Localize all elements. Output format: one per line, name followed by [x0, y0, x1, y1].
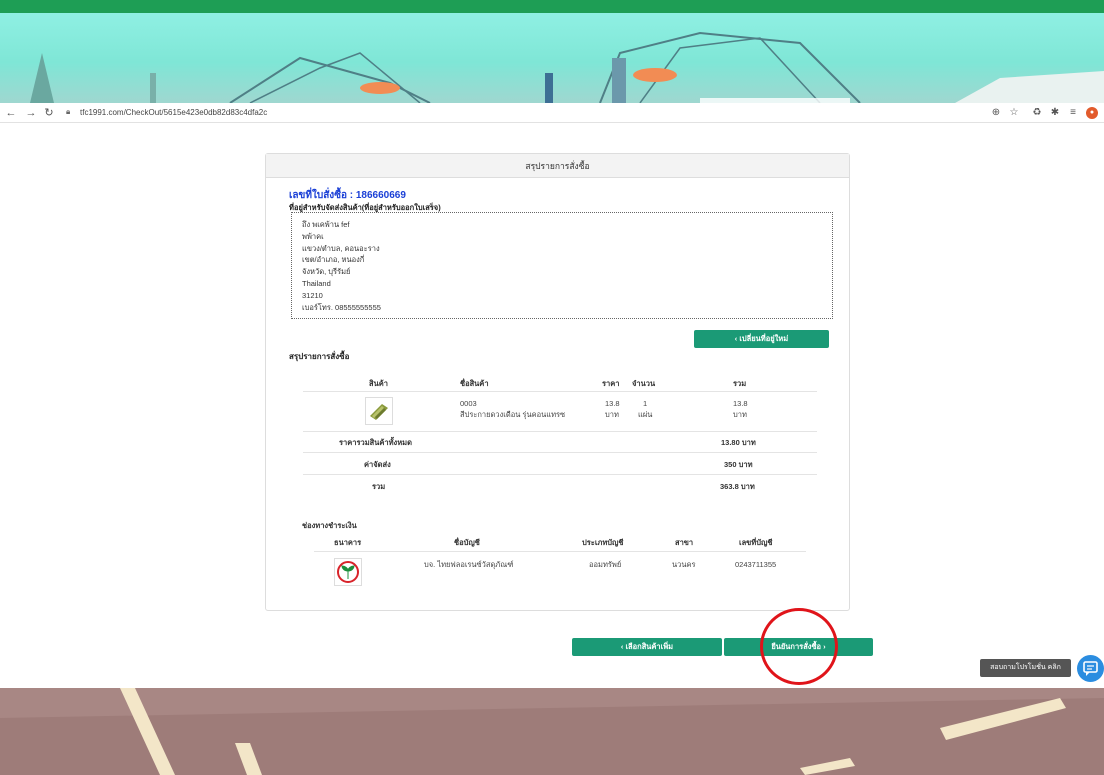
bookmark-star-icon[interactable]: ☆ [1008, 107, 1020, 119]
change-address-button[interactable]: ‹ เปลี่ยนที่อยู่ใหม่ [694, 330, 829, 348]
col-header-account-name: ชื่อบัญชี [454, 538, 480, 547]
col-header-bank: ธนาคาร [334, 538, 362, 547]
order-number: เลขที่ใบสั่งซื้อ : 186660669 [289, 190, 406, 201]
translate-icon[interactable]: ⊕ [990, 107, 1002, 119]
site-top-bar [0, 0, 1104, 13]
product-image [370, 404, 388, 420]
col-header-total: รวม [733, 379, 747, 388]
chat-tooltip[interactable]: สอบถามโปรโมชั่น คลิก [980, 659, 1071, 677]
back-icon[interactable]: ← [4, 106, 18, 120]
bank-logo-icon [337, 561, 359, 583]
footer-road-background [0, 688, 1104, 775]
confirm-order-button[interactable]: ยืนยันการสั่งซื้อ › [724, 638, 873, 656]
col-header-product: สินค้า [369, 379, 388, 388]
address-line: พพ้าคเ [302, 231, 324, 241]
table-divider [314, 551, 806, 552]
address-line: จังหวัด, บุรีรัมย์ [302, 267, 351, 277]
col-header-branch: สาขา [675, 538, 694, 547]
col-header-name: ชื่อสินค้า [460, 379, 489, 388]
shipping-address-box: ถึง พเคพ้าน fef พพ้าคเ แขวง/ตำบล, คอนอะร… [291, 212, 833, 319]
forward-icon[interactable]: → [24, 106, 38, 120]
address-line: 31210 [302, 290, 323, 300]
profile-avatar[interactable]: ● [1086, 107, 1098, 119]
account-branch: นวนคร [672, 560, 696, 569]
subtotal-label: ราคารวมสินค้าทั้งหมด [339, 438, 412, 447]
subtotal-value: 13.80 บาท [721, 438, 756, 447]
refresh-extension-icon[interactable]: ♻ [1031, 107, 1043, 119]
reload-icon[interactable]: ↻ [42, 106, 56, 120]
table-divider [303, 431, 817, 432]
item-qty-unit: แผ่น [638, 410, 653, 419]
col-header-qty: จำนวน [632, 379, 656, 388]
payment-title: ช่องทางชำระเงิน [302, 521, 357, 530]
item-price: 13.8 [605, 399, 620, 408]
address-line: เขต/อำเภอ, หนองกี่ [302, 255, 365, 265]
add-more-products-button[interactable]: ‹ เลือกสินค้าเพิ่ม [572, 638, 722, 656]
item-total: 13.8 [733, 399, 748, 408]
grand-total-value: 363.8 บาท [720, 482, 755, 491]
product-thumbnail[interactable] [365, 397, 393, 425]
item-total-unit: บาท [733, 410, 747, 419]
account-type: ออมทรัพย์ [589, 560, 622, 569]
col-header-account-number: เลขที่บัญชี [739, 538, 773, 547]
table-divider [303, 391, 817, 392]
address-line: ถึง พเคพ้าน fef [302, 220, 350, 229]
item-qty: 1 [643, 399, 648, 408]
address-line: Thailand [302, 278, 331, 288]
browser-toolbar: ← → ↻ 🔒︎ tfc1991.com/CheckOut/5615e423e0… [0, 103, 1104, 123]
chat-button[interactable] [1077, 655, 1104, 682]
address-line: แขวง/ตำบล, คอนอะราง [302, 243, 380, 253]
table-divider [303, 452, 817, 453]
card-title: สรุปรายการสั่งซื้อ [266, 154, 849, 178]
order-summary-title: สรุปรายการสั่งซื้อ [289, 352, 350, 361]
shipping-label: ค่าจัดส่ง [364, 460, 391, 469]
grand-total-label: รวม [372, 482, 386, 491]
hero-illustration [30, 31, 1104, 103]
hero-banner [0, 13, 1104, 103]
account-number: 0243711355 [735, 560, 777, 569]
reading-list-icon[interactable]: ≡ [1067, 107, 1079, 119]
col-header-price: ราคา [602, 379, 620, 388]
address-bar[interactable]: tfc1991.com/CheckOut/5615e423e0db82d83c4… [80, 108, 267, 117]
table-divider [303, 474, 817, 475]
shipping-value: 350 บาท [724, 460, 753, 469]
account-name: บจ. ไทยฟลอเรนซ์วัสดุภัณฑ์ [424, 560, 514, 569]
kasikorn-bank-logo [334, 558, 362, 586]
chat-bubble-icon [1083, 661, 1098, 676]
extensions-icon[interactable]: ✱ [1049, 107, 1061, 119]
item-description: สีประกายดวงเดือน รุ่นคอนแทรซ [460, 410, 566, 419]
item-price-unit: บาท [605, 410, 619, 419]
checkout-summary-card: สรุปรายการสั่งซื้อ เลขที่ใบสั่งซื้อ : 18… [265, 153, 850, 611]
road-illustration [0, 688, 1104, 775]
lock-icon[interactable]: 🔒︎ [66, 107, 70, 117]
col-header-account-type: ประเภทบัญชี [582, 538, 624, 547]
address-line: เบอร์โทร. 08555555555 [302, 302, 381, 312]
item-code: 0003 [460, 399, 477, 408]
